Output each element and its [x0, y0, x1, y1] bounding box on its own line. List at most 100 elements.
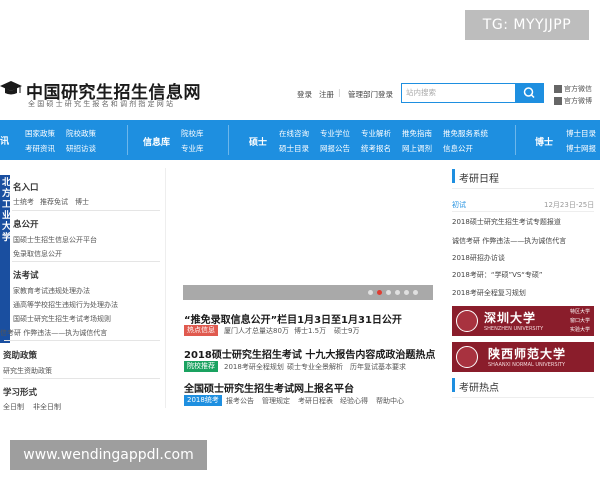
news-headline[interactable]: 2018硕士研究生招生考试 十九大报告内容成政治题热点 [184, 346, 435, 361]
news-sublink[interactable]: 报考公告 [226, 396, 254, 406]
section-title-funding: 资助政策 [3, 351, 38, 361]
schedule-first-date: 12月23日-25日 [544, 201, 595, 209]
link-funding-policy[interactable]: 研究生资助政策 [3, 366, 52, 376]
nav-item-school-db[interactable]: 院校库 [181, 128, 204, 139]
schedule-item[interactable]: 诚信考研 作弊违法——执为诚信代言 [452, 236, 566, 246]
carousel-dot[interactable] [395, 290, 400, 295]
uni-seal-icon [456, 346, 478, 368]
divider [452, 211, 594, 212]
schedule-item[interactable]: 2018考研全程复习规划 [452, 288, 526, 298]
wechat-icon [554, 85, 562, 93]
uni-name-en: SHENZHEN UNIVERSITY [484, 326, 544, 332]
nav-item-adjustment[interactable]: 网上调剂 [402, 143, 432, 154]
section-title-info-public: 息公开 [13, 220, 39, 230]
section-title-register: 名入口 [13, 183, 39, 193]
uni-banner-shaanxi[interactable]: 陕西师范大学 SHAANXI NORMAL UNIVERSITY [452, 342, 594, 372]
uni-tag: 特区大学 [570, 309, 591, 315]
nav-item-exam-news[interactable]: 考研资讯 [25, 143, 55, 154]
nav-item-school-policy[interactable]: 院校政策 [66, 128, 96, 139]
schedule-first-label[interactable]: 初试 [452, 200, 466, 210]
school-banner-strip[interactable]: 北方工业大学 [0, 175, 10, 343]
weibo-label: 官方微博 [564, 97, 592, 105]
nav-item-major-db[interactable]: 专业库 [181, 143, 204, 154]
divider [4, 340, 160, 341]
news-sublink[interactable]: 考研日程表 [298, 396, 333, 406]
uni-banner-shenzhen[interactable]: 深圳大学 SHENZHEN UNIVERSITY 特区大学 窗口大学 实验大学 [452, 306, 594, 336]
link-violation-rules[interactable]: 家教育考试违规处理办法 [13, 286, 90, 296]
nav-category-master[interactable]: 硕士 [249, 135, 267, 148]
link-fulltime[interactable]: 全日制 [3, 402, 24, 412]
news-headline[interactable]: “推免录取信息公开”栏目1月3日至1月31日公开 [184, 311, 402, 326]
schedule-item[interactable]: 2018考研：“学硕”VS“专硕” [452, 270, 543, 280]
nav-item-interviews[interactable]: 研招访谈 [66, 143, 96, 154]
admin-login-link[interactable]: 管理部门登录 [348, 89, 393, 100]
schedule-item[interactable]: 2018硕士研究生招生考试专题报道 [452, 217, 561, 227]
carousel-image[interactable] [183, 170, 433, 285]
nav-category-news[interactable]: 讯 [0, 134, 9, 147]
nav-category-phd[interactable]: 博士 [535, 135, 553, 148]
news-sublink[interactable]: 经验心得 [340, 396, 368, 406]
divider [3, 378, 160, 379]
link-unified-exam[interactable]: 士统考 [13, 197, 34, 207]
news-badge: 2018统考 [184, 395, 222, 406]
section-title-study-form: 学习形式 [3, 388, 38, 398]
news-sublink[interactable]: 厦门人才总量达80万 [224, 326, 289, 336]
link-parttime[interactable]: 非全日制 [33, 402, 61, 412]
link-recommend[interactable]: 推荐免试 [40, 197, 68, 207]
section-title-law: 法考试 [13, 271, 39, 281]
search-button[interactable] [515, 83, 544, 103]
news-sublink[interactable]: 硕士9万 [334, 326, 359, 336]
link-exemption-public[interactable]: 免录取信息公开 [13, 249, 62, 259]
nav-divider [127, 125, 128, 155]
news-badge: 热点信息 [184, 325, 218, 336]
news-sublink[interactable]: 帮助中心 [376, 396, 404, 406]
nav-item-major-analysis[interactable]: 专业解析 [361, 128, 391, 139]
carousel-dot[interactable] [413, 290, 418, 295]
news-headline[interactable]: 全国硕士研究生招生考试网上报名平台 [184, 380, 354, 395]
nav-item-info-public[interactable]: 信息公开 [443, 143, 473, 154]
nav-item-exemption-system[interactable]: 推免服务系统 [443, 128, 488, 139]
uni-name: 深圳大学 [484, 311, 537, 325]
nav-item-phd-register[interactable]: 博士网报 [566, 143, 596, 154]
nav-item-exam-register[interactable]: 统考报名 [361, 143, 391, 154]
carousel-dot[interactable] [404, 290, 409, 295]
nav-category-library[interactable]: 信息库 [143, 135, 170, 148]
uni-tag: 窗口大学 [570, 318, 591, 324]
search-input[interactable]: 站内搜索 [401, 83, 516, 103]
watermark-tag: TG: MYYJJPP [465, 10, 589, 40]
nav-item-consult[interactable]: 在线咨询 [279, 128, 309, 139]
news-badge: 院校推荐 [184, 361, 218, 372]
divider [12, 210, 160, 211]
divider [452, 188, 594, 189]
link-phd[interactable]: 博士 [75, 197, 89, 207]
uni-tag: 实验大学 [570, 327, 591, 333]
weibo-icon [554, 97, 562, 105]
nav-item-national-policy[interactable]: 国家政策 [25, 128, 55, 139]
news-sublink[interactable]: 历年复试基本要求 [350, 362, 406, 372]
nav-item-exemption-guide[interactable]: 推免指南 [402, 128, 432, 139]
news-sublink[interactable]: 管理规定 [262, 396, 290, 406]
link-exam-rules[interactable]: 国硕士研究生招生考试考场规则 [13, 314, 111, 324]
schedule-item[interactable]: 2018研招办访谈 [452, 253, 505, 263]
wechat-label: 官方微信 [564, 85, 592, 93]
news-sublink[interactable]: 博士1.5万 [294, 326, 326, 336]
carousel-dot[interactable] [386, 290, 391, 295]
news-sublink[interactable]: 2018考研全程规划 [224, 362, 284, 372]
nav-divider [228, 125, 229, 155]
nav-item-online-notice[interactable]: 网报公告 [320, 143, 350, 154]
link-integrity[interactable]: 信考研 作弊违法——执为诚信代言 [0, 328, 107, 338]
carousel-dot[interactable] [368, 290, 373, 295]
school-banner-text: 北方工业大学 [0, 177, 10, 243]
news-sublink[interactable]: 硕士专业全景解析 [287, 362, 343, 372]
link-enroll-violation[interactable]: 通高等学校招生违规行为处理办法 [13, 300, 118, 310]
nav-item-master-catalog[interactable]: 硕士目录 [279, 143, 309, 154]
link-info-platform[interactable]: 国硕士生招生信息公开平台 [13, 235, 97, 245]
nav-item-prof-degree[interactable]: 专业学位 [320, 128, 350, 139]
weibo-link[interactable]: 官方微博 [554, 96, 600, 106]
login-link[interactable]: 登录 [297, 89, 312, 100]
wechat-link[interactable]: 官方微信 [554, 84, 600, 94]
carousel-dot-active[interactable] [377, 290, 382, 295]
nav-item-phd-catalog[interactable]: 博士目录 [566, 128, 596, 139]
uni-name-en: SHAANXI NORMAL UNIVERSITY [488, 362, 566, 368]
register-link[interactable]: 注册 [319, 89, 334, 100]
